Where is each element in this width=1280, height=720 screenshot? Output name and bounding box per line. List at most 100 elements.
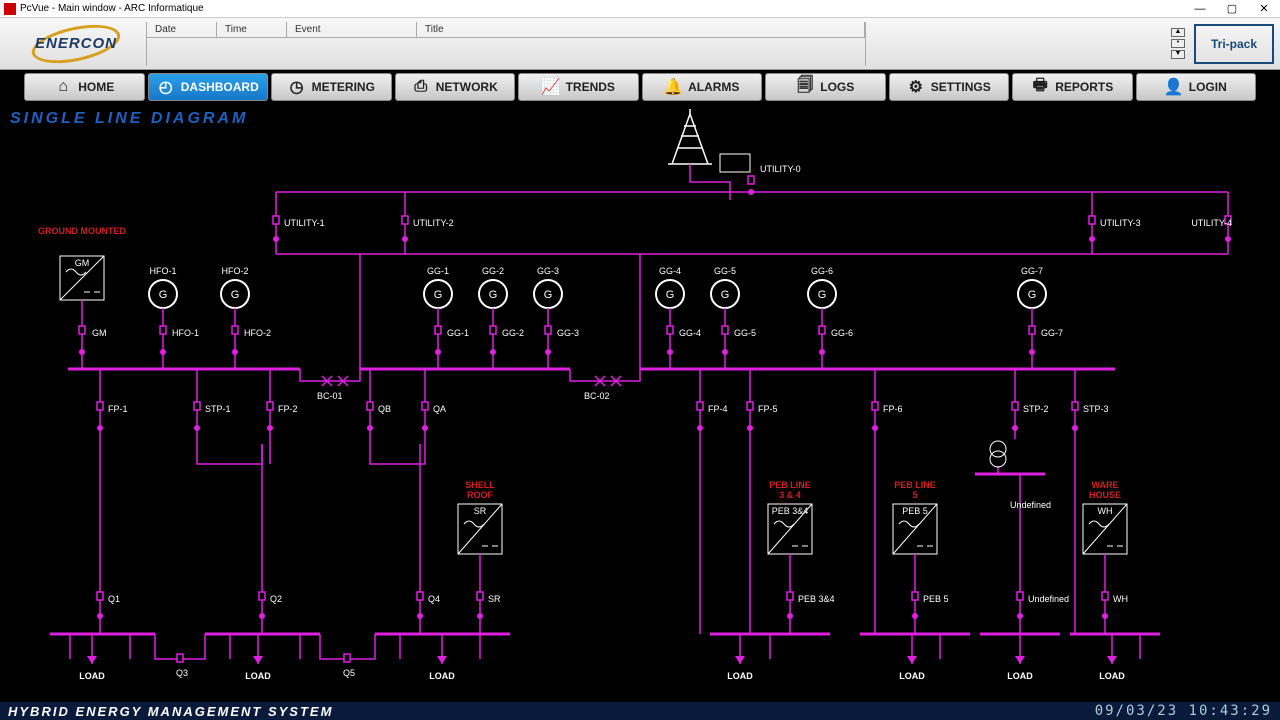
svg-text:GG-4: GG-4 bbox=[659, 266, 681, 276]
gen-hfo2[interactable]: G bbox=[221, 280, 249, 308]
svg-text:STP-3: STP-3 bbox=[1083, 404, 1109, 414]
svg-text:LOAD: LOAD bbox=[1099, 671, 1125, 681]
svg-text:GG-6: GG-6 bbox=[831, 328, 853, 338]
close-button[interactable]: ✕ bbox=[1248, 0, 1280, 18]
svg-text:Q5: Q5 bbox=[343, 668, 355, 678]
svg-text:GG-6: GG-6 bbox=[811, 266, 833, 276]
nav-reports[interactable]: 🖶REPORTS bbox=[1012, 73, 1133, 101]
svg-text:PEB 3&4: PEB 3&4 bbox=[798, 594, 835, 604]
svg-text:GROUND MOUNTED: GROUND MOUNTED bbox=[38, 226, 126, 236]
col-title: Title bbox=[417, 22, 865, 37]
inverter-sr[interactable]: SR bbox=[458, 504, 502, 554]
title-bar: PcVue - Main window - ARC Informatique —… bbox=[0, 0, 1280, 18]
svg-text:WARE: WARE bbox=[1092, 480, 1119, 490]
enercon-logo: ENERCON bbox=[6, 22, 146, 66]
svg-text:GG-5: GG-5 bbox=[734, 328, 756, 338]
svg-text:Undefined: Undefined bbox=[1028, 594, 1069, 604]
svg-text:GG-1: GG-1 bbox=[427, 266, 449, 276]
nav-alarms[interactable]: 🔔ALARMS bbox=[642, 73, 763, 101]
reports-icon: 🖶 bbox=[1031, 78, 1049, 96]
inverter-wh[interactable]: WH bbox=[1083, 504, 1127, 554]
utility-0-label: UTILITY-0 bbox=[760, 164, 801, 174]
svg-text:HFO-1: HFO-1 bbox=[172, 328, 199, 338]
nav-settings[interactable]: ⚙SETTINGS bbox=[889, 73, 1010, 101]
svg-text:UTILITY-1: UTILITY-1 bbox=[284, 218, 325, 228]
svg-text:ROOF: ROOF bbox=[467, 490, 494, 500]
svg-text:GG-5: GG-5 bbox=[714, 266, 736, 276]
tripack-logo: Tri-pack bbox=[1194, 24, 1274, 64]
col-date: Date bbox=[147, 22, 217, 37]
login-icon: 👤 bbox=[1165, 78, 1183, 96]
gen-gg3[interactable]: G bbox=[534, 280, 562, 308]
spinner-up[interactable]: ▲ bbox=[1171, 28, 1185, 37]
svg-text:WH: WH bbox=[1113, 594, 1128, 604]
svg-text:HFO-2: HFO-2 bbox=[222, 266, 249, 276]
svg-text:5: 5 bbox=[912, 490, 917, 500]
svg-text:GG-1: GG-1 bbox=[447, 328, 469, 338]
svg-text:QB: QB bbox=[378, 404, 391, 414]
nav-trends[interactable]: 📈TRENDS bbox=[518, 73, 639, 101]
svg-text:FP-4: FP-4 bbox=[708, 404, 728, 414]
svg-text:LOAD: LOAD bbox=[727, 671, 753, 681]
nav-home[interactable]: ⌂HOME bbox=[24, 73, 145, 101]
svg-text:PEB LINE: PEB LINE bbox=[769, 480, 811, 490]
svg-text:G: G bbox=[231, 289, 240, 301]
alarms-icon: 🔔 bbox=[664, 78, 682, 96]
nav-dashboard[interactable]: ◴DASHBOARD bbox=[148, 73, 269, 101]
nav-bar: ⌂HOME ◴DASHBOARD ◷METERING ⎙NETWORK 📈TRE… bbox=[0, 70, 1280, 104]
svg-text:G: G bbox=[666, 289, 675, 301]
inverter-gm[interactable]: GM bbox=[60, 256, 104, 300]
spinner: ▲ • ▼ bbox=[1170, 27, 1186, 60]
dashboard-icon: ◴ bbox=[157, 78, 175, 96]
trends-icon: 📈 bbox=[542, 78, 560, 96]
svg-text:3 & 4: 3 & 4 bbox=[779, 490, 801, 500]
svg-text:PEB 5: PEB 5 bbox=[902, 506, 928, 516]
col-event: Event bbox=[287, 22, 417, 37]
svg-text:SR: SR bbox=[474, 506, 487, 516]
footer: HYBRID ENERGY MANAGEMENT SYSTEM 09/03/23… bbox=[0, 702, 1280, 720]
svg-text:G: G bbox=[1028, 289, 1037, 301]
svg-text:GM: GM bbox=[92, 328, 107, 338]
svg-text:Q4: Q4 bbox=[428, 594, 440, 604]
svg-text:UTILITY-2: UTILITY-2 bbox=[413, 218, 454, 228]
logs-icon: 🗐 bbox=[796, 78, 814, 96]
nav-metering[interactable]: ◷METERING bbox=[271, 73, 392, 101]
gen-hfo1[interactable]: G bbox=[149, 280, 177, 308]
svg-text:FP-5: FP-5 bbox=[758, 404, 778, 414]
inverter-peb5[interactable]: PEB 5 bbox=[893, 504, 937, 554]
svg-text:STP-1: STP-1 bbox=[205, 404, 231, 414]
svg-text:G: G bbox=[434, 289, 443, 301]
svg-text:FP-1: FP-1 bbox=[108, 404, 128, 414]
svg-text:G: G bbox=[544, 289, 553, 301]
col-time: Time bbox=[217, 22, 287, 37]
window-controls: — ▢ ✕ bbox=[1184, 0, 1280, 18]
spinner-mid[interactable]: • bbox=[1171, 39, 1185, 48]
minimize-button[interactable]: — bbox=[1184, 0, 1216, 18]
app-icon bbox=[4, 3, 16, 15]
inverter-peb34[interactable]: PEB 3&4 bbox=[768, 504, 812, 554]
svg-text:LOAD: LOAD bbox=[245, 671, 271, 681]
svg-text:SHELL: SHELL bbox=[465, 480, 495, 490]
gen-gg5[interactable]: G bbox=[711, 280, 739, 308]
gen-gg2[interactable]: G bbox=[479, 280, 507, 308]
nav-logs[interactable]: 🗐LOGS bbox=[765, 73, 886, 101]
home-icon: ⌂ bbox=[54, 78, 72, 96]
svg-text:GG-2: GG-2 bbox=[482, 266, 504, 276]
maximize-button[interactable]: ▢ bbox=[1216, 0, 1248, 18]
svg-text:QA: QA bbox=[433, 404, 446, 414]
gen-gg4[interactable]: G bbox=[656, 280, 684, 308]
svg-text:UTILITY-4: UTILITY-4 bbox=[1191, 218, 1232, 228]
gen-gg1[interactable]: G bbox=[424, 280, 452, 308]
nav-network[interactable]: ⎙NETWORK bbox=[395, 73, 516, 101]
svg-text:Q1: Q1 bbox=[108, 594, 120, 604]
svg-text:FP-6: FP-6 bbox=[883, 404, 903, 414]
gen-gg6[interactable]: G bbox=[808, 280, 836, 308]
svg-text:WH: WH bbox=[1098, 506, 1113, 516]
svg-text:LOAD: LOAD bbox=[1007, 671, 1033, 681]
svg-text:LOAD: LOAD bbox=[899, 671, 925, 681]
spinner-down[interactable]: ▼ bbox=[1171, 50, 1185, 59]
gen-gg7[interactable]: G bbox=[1018, 280, 1046, 308]
svg-text:Undefined: Undefined bbox=[1010, 500, 1051, 510]
nav-login[interactable]: 👤LOGIN bbox=[1136, 73, 1257, 101]
svg-text:G: G bbox=[818, 289, 827, 301]
